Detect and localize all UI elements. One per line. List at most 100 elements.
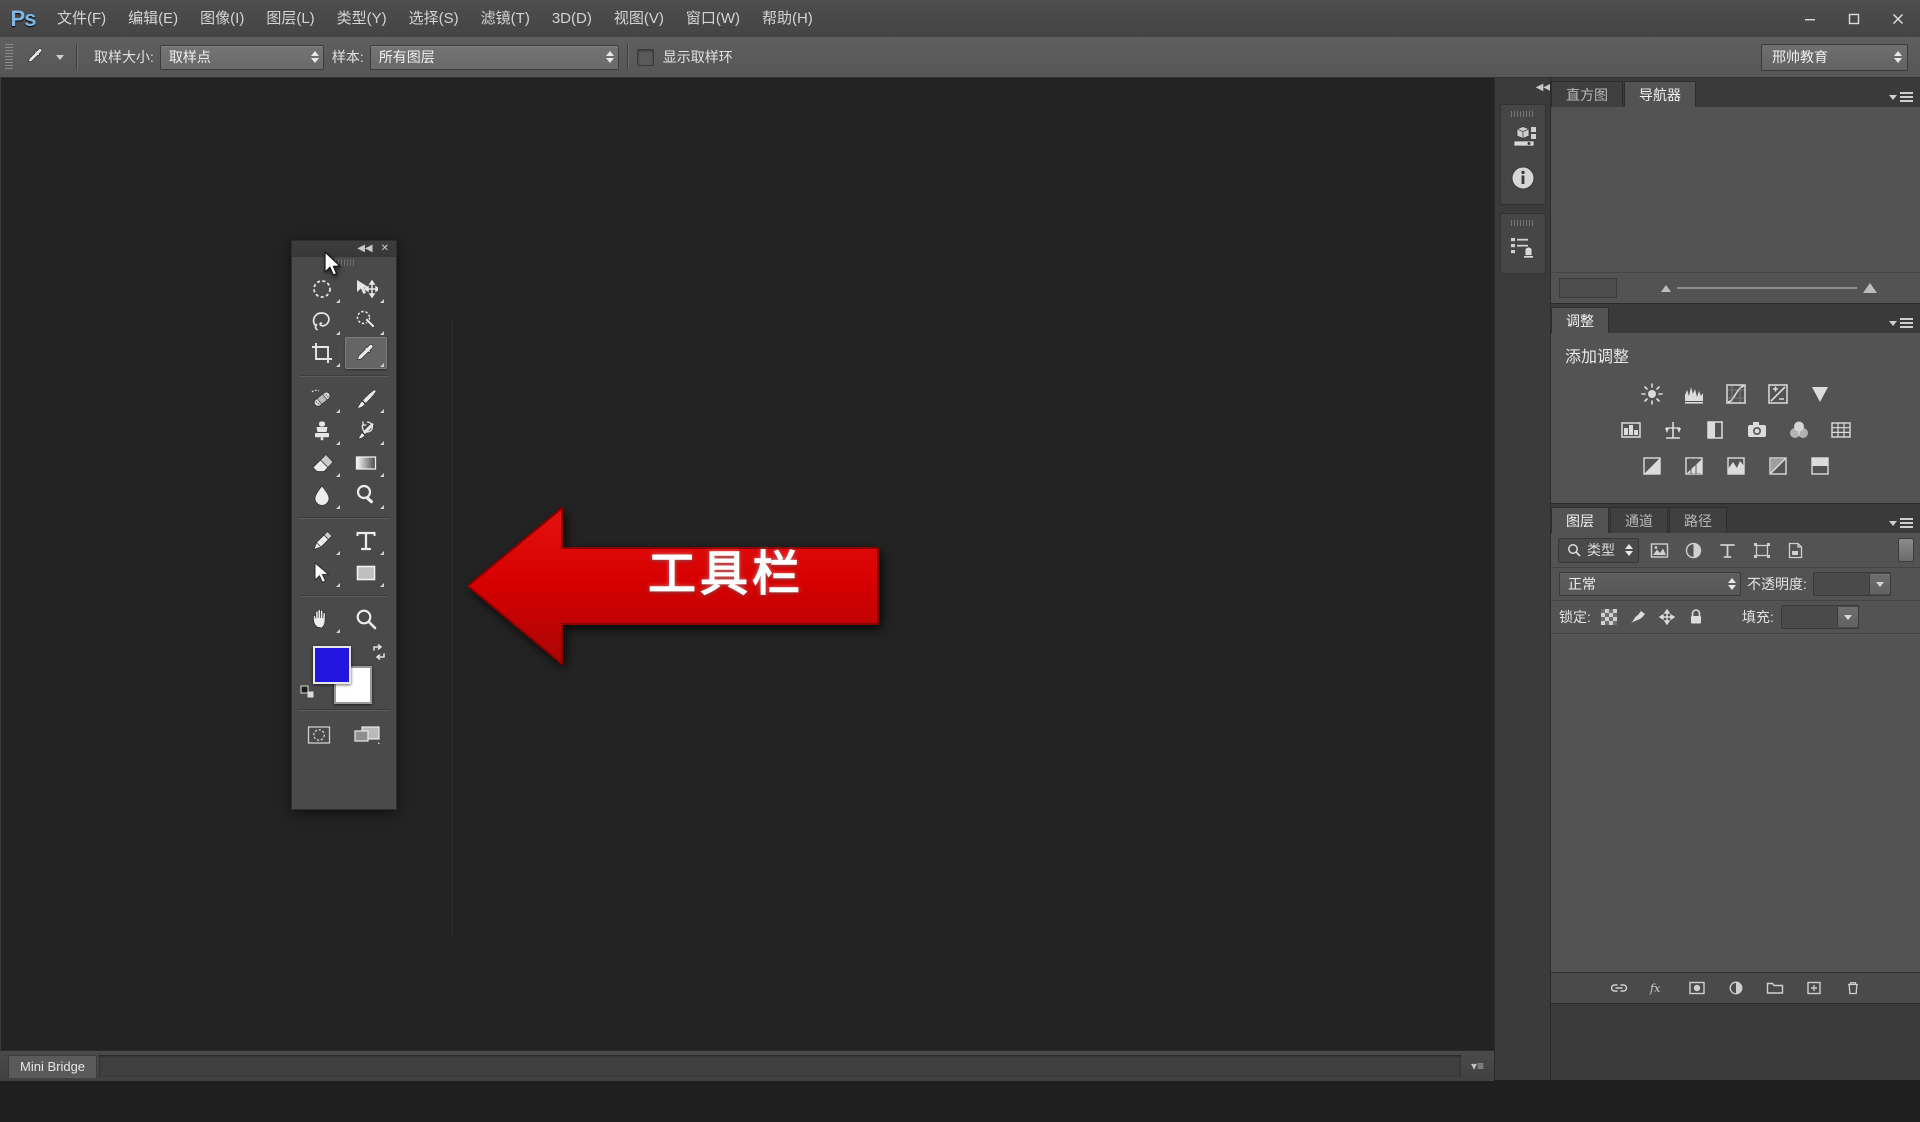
zoom-in-icon[interactable] — [1863, 283, 1877, 293]
adjustments-panel-menu-icon[interactable] — [1889, 318, 1913, 328]
adj-photo-filter-icon[interactable] — [1738, 415, 1776, 445]
adj-exposure-icon[interactable] — [1759, 379, 1797, 409]
show-sampling-ring-checkbox[interactable]: 显示取样环 — [636, 47, 733, 67]
tab-adjustments[interactable]: 调整 — [1551, 307, 1609, 333]
tool-eraser[interactable] — [301, 447, 343, 479]
info-panel-icon[interactable] — [1501, 158, 1545, 198]
menu-select[interactable]: 选择(S) — [398, 0, 470, 37]
swap-colors-icon[interactable] — [371, 644, 387, 660]
strip-grip-1[interactable] — [1501, 109, 1545, 118]
sample-select[interactable]: 所有图层 — [369, 44, 619, 70]
adj-vibrance-icon[interactable] — [1801, 379, 1839, 409]
tool-move[interactable] — [345, 273, 387, 305]
layer-filter-type-select[interactable]: 类型 — [1558, 537, 1639, 563]
quick-mask-icon[interactable] — [304, 722, 334, 748]
lock-image-pixels-icon[interactable] — [1627, 606, 1649, 628]
blend-mode-select[interactable]: 正常 — [1559, 572, 1741, 596]
foreground-color-swatch[interactable] — [313, 646, 351, 684]
collapse-tools-icon[interactable]: ◀◀ — [357, 244, 372, 254]
tool-brush[interactable] — [345, 383, 387, 415]
navigator-zoom-field[interactable] — [1559, 278, 1617, 298]
menu-view[interactable]: 视图(V) — [603, 0, 675, 37]
lock-position-icon[interactable] — [1656, 606, 1678, 628]
adj-channel-mixer-icon[interactable] — [1780, 415, 1818, 445]
adj-posterize-icon[interactable] — [1675, 451, 1713, 481]
maximize-button[interactable] — [1832, 0, 1876, 37]
tool-dodge[interactable] — [345, 479, 387, 511]
tools-panel-header[interactable]: ◀◀ ✕ — [292, 241, 396, 257]
filter-type-icon[interactable] — [1714, 538, 1741, 562]
filter-shape-icon[interactable] — [1748, 538, 1775, 562]
strip-grip-2[interactable] — [1501, 218, 1545, 227]
tab-paths[interactable]: 路径 — [1669, 507, 1727, 533]
default-colors-icon[interactable] — [299, 684, 315, 700]
menu-filter[interactable]: 滤镜(T) — [470, 0, 541, 37]
link-layers-icon[interactable] — [1609, 978, 1629, 998]
tools-panel-grip[interactable] — [292, 257, 396, 268]
new-adjustment-layer-icon[interactable] — [1726, 978, 1746, 998]
adj-brightness-contrast-icon[interactable] — [1633, 379, 1671, 409]
status-bar-menu-icon[interactable]: ▾≡ — [1471, 1059, 1484, 1073]
tool-path-selection[interactable] — [301, 557, 343, 589]
tool-quick-selection[interactable] — [345, 305, 387, 337]
menu-help[interactable]: 帮助(H) — [751, 0, 824, 37]
lock-all-icon[interactable] — [1685, 606, 1707, 628]
tool-clone-stamp[interactable] — [301, 415, 343, 447]
layer-style-icon[interactable]: fx — [1648, 978, 1668, 998]
adj-color-lookup-icon[interactable] — [1822, 415, 1860, 445]
tab-navigator[interactable]: 导航器 — [1624, 81, 1696, 107]
tool-gradient[interactable] — [345, 447, 387, 479]
mini-bridge-tab[interactable]: Mini Bridge — [8, 1054, 98, 1078]
menu-edit[interactable]: 编辑(E) — [117, 0, 189, 37]
adj-black-white-icon[interactable] — [1696, 415, 1734, 445]
tool-preset-picker[interactable] — [19, 42, 68, 72]
tool-presets-panel-icon[interactable] — [1501, 227, 1545, 267]
tool-lasso[interactable] — [301, 305, 343, 337]
tab-channels[interactable]: 通道 — [1610, 507, 1668, 533]
adj-gradient-map-icon[interactable] — [1759, 451, 1797, 481]
close-tools-icon[interactable]: ✕ — [381, 244, 389, 254]
tool-hand[interactable] — [301, 603, 343, 635]
new-group-icon[interactable] — [1765, 978, 1785, 998]
zoom-out-icon[interactable] — [1661, 284, 1671, 292]
layers-list[interactable] — [1551, 633, 1920, 972]
layers-panel-menu-icon[interactable] — [1889, 518, 1913, 528]
minimize-button[interactable] — [1788, 0, 1832, 37]
options-bar-grip[interactable] — [5, 44, 13, 70]
opacity-field[interactable] — [1812, 572, 1891, 596]
tool-crop[interactable] — [301, 337, 343, 369]
tab-layers[interactable]: 图层 — [1551, 507, 1609, 533]
menu-file[interactable]: 文件(F) — [46, 0, 117, 37]
fill-field[interactable] — [1780, 605, 1859, 629]
menu-3d[interactable]: 3D(D) — [541, 0, 603, 37]
menu-layer[interactable]: 图层(L) — [255, 0, 325, 37]
layer-mask-icon[interactable] — [1687, 978, 1707, 998]
adj-invert-icon[interactable] — [1633, 451, 1671, 481]
screen-mode-icon[interactable] — [350, 722, 384, 748]
tab-histogram[interactable]: 直方图 — [1551, 81, 1623, 107]
adj-color-balance-icon[interactable] — [1654, 415, 1692, 445]
menu-window[interactable]: 窗口(W) — [675, 0, 751, 37]
zoom-slider-track[interactable] — [1677, 287, 1857, 289]
opacity-dropdown-icon[interactable] — [1868, 574, 1890, 594]
adj-levels-icon[interactable] — [1675, 379, 1713, 409]
sample-size-select[interactable]: 取样点 — [159, 44, 324, 70]
navigator-preview[interactable] — [1551, 107, 1920, 273]
adj-curves-icon[interactable] — [1717, 379, 1755, 409]
tool-blur[interactable] — [301, 479, 343, 511]
filter-adjustment-icon[interactable] — [1680, 538, 1707, 562]
3d-panel-icon[interactable] — [1501, 118, 1545, 158]
tool-zoom[interactable] — [345, 603, 387, 635]
navigator-panel-menu-icon[interactable] — [1889, 92, 1913, 102]
tool-pen[interactable] — [301, 525, 343, 557]
menu-image[interactable]: 图像(I) — [189, 0, 255, 37]
menu-type[interactable]: 类型(Y) — [326, 0, 398, 37]
tool-spot-healing[interactable] — [301, 383, 343, 415]
collapse-dock-icon[interactable]: ◀◀ — [1494, 78, 1558, 96]
adj-selective-color-icon[interactable] — [1801, 451, 1839, 481]
new-layer-icon[interactable] — [1804, 978, 1824, 998]
tool-type[interactable] — [345, 525, 387, 557]
adj-hue-saturation-icon[interactable] — [1612, 415, 1650, 445]
close-button[interactable] — [1876, 0, 1920, 37]
tool-eyedropper[interactable] — [345, 337, 387, 369]
